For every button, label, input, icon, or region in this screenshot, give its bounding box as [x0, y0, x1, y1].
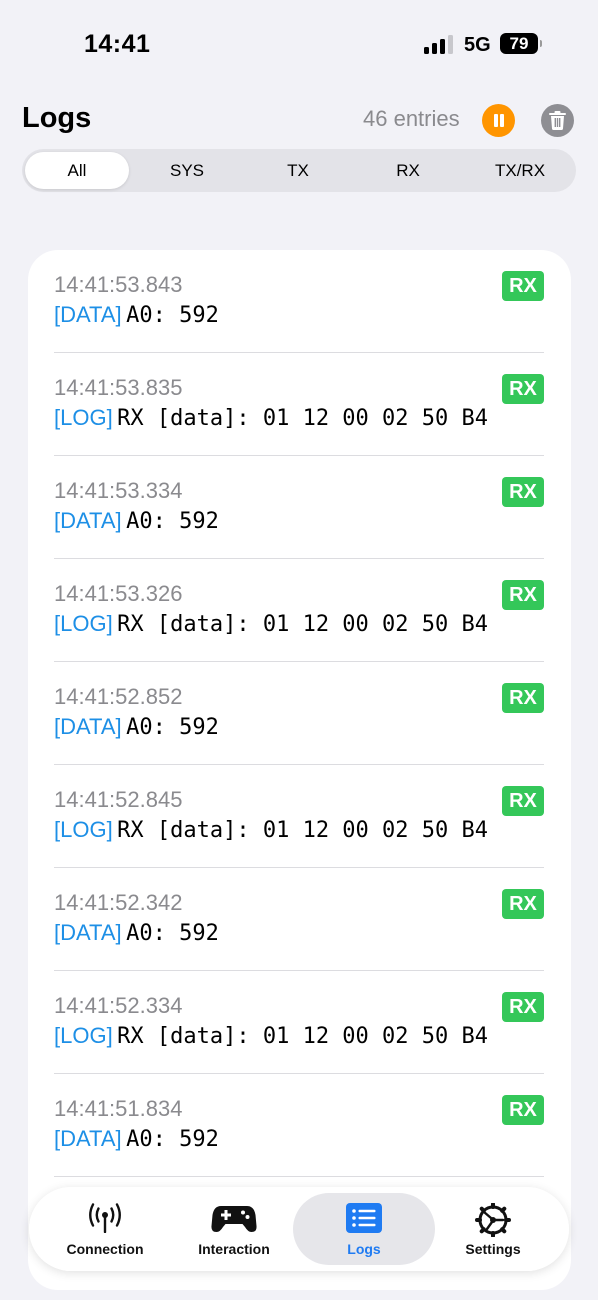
pause-button[interactable]	[482, 104, 515, 137]
filter-sys[interactable]: SYS	[135, 152, 239, 189]
tab-settings[interactable]: Settings	[422, 1193, 564, 1265]
log-list[interactable]: 14:41:53.843 RX [DATA] A0: 592 14:41:53.…	[28, 250, 571, 1290]
log-entry: 14:41:53.843 RX [DATA] A0: 592	[54, 250, 544, 353]
log-entry: 14:41:53.326 RX [LOG] RX [data]: 01 12 0…	[54, 559, 544, 662]
log-tag: [LOG]	[54, 817, 113, 842]
log-timestamp: 14:41:52.334	[54, 993, 183, 1018]
page-title: Logs	[22, 102, 92, 134]
tab-label: Connection	[66, 1241, 144, 1257]
log-filter: All SYS TX RX TX/RX	[22, 149, 576, 192]
tab-bar: Connection Interaction Logs Settings	[29, 1187, 569, 1271]
log-tag: [DATA]	[54, 714, 122, 739]
tab-label: Settings	[465, 1241, 521, 1257]
trash-icon	[549, 111, 566, 130]
tab-interaction[interactable]: Interaction	[163, 1193, 305, 1265]
tab-logs[interactable]: Logs	[293, 1193, 435, 1265]
log-message: A0: 592	[126, 303, 219, 328]
network-label: 5G	[464, 34, 491, 56]
gear-icon	[475, 1203, 511, 1237]
log-timestamp: 14:41:53.326	[54, 581, 183, 606]
log-timestamp: 14:41:53.843	[54, 272, 183, 297]
tab-label: Logs	[347, 1241, 381, 1257]
filter-tx[interactable]: TX	[246, 152, 350, 189]
log-message: RX [data]: 01 12 00 02 50 B4	[117, 818, 489, 843]
log-tag: [LOG]	[54, 1023, 113, 1048]
log-message: A0: 592	[126, 715, 219, 740]
filter-rx[interactable]: RX	[356, 152, 460, 189]
filter-all[interactable]: All	[25, 152, 129, 189]
log-tag: [LOG]	[54, 611, 113, 636]
log-message: RX [data]: 01 12 00 02 50 B4	[117, 406, 489, 431]
direction-badge: RX	[502, 271, 544, 301]
log-timestamp: 14:41:52.845	[54, 787, 183, 812]
log-message: A0: 592	[126, 921, 219, 946]
direction-badge: RX	[502, 683, 544, 713]
log-entry: 14:41:53.334 RX [DATA] A0: 592	[54, 456, 544, 559]
log-entry: 14:41:53.835 RX [LOG] RX [data]: 01 12 0…	[54, 353, 544, 456]
log-entry: 14:41:52.845 RX [LOG] RX [data]: 01 12 0…	[54, 765, 544, 868]
battery-level: 79	[509, 34, 529, 53]
filter-txrx[interactable]: TX/RX	[468, 152, 572, 189]
direction-badge: RX	[502, 374, 544, 404]
log-timestamp: 14:41:53.835	[54, 375, 183, 400]
log-tag: [DATA]	[54, 920, 122, 945]
tab-connection[interactable]: Connection	[34, 1193, 176, 1265]
log-message: A0: 592	[126, 509, 219, 534]
list-icon	[346, 1203, 382, 1233]
status-time: 14:41	[84, 30, 151, 58]
log-timestamp: 14:41:51.834	[54, 1096, 183, 1121]
log-timestamp: 14:41:52.342	[54, 890, 183, 915]
direction-badge: RX	[502, 786, 544, 816]
log-entry: 14:41:51.834 RX [DATA] A0: 592	[54, 1074, 544, 1177]
log-tag: [LOG]	[54, 405, 113, 430]
direction-badge: RX	[502, 889, 544, 919]
clear-logs-button[interactable]	[541, 104, 574, 137]
tab-label: Interaction	[198, 1241, 270, 1257]
log-message: A0: 592	[126, 1127, 219, 1152]
log-tag: [DATA]	[54, 302, 122, 327]
log-entry: 14:41:52.334 RX [LOG] RX [data]: 01 12 0…	[54, 971, 544, 1074]
entries-count: 46 entries	[363, 106, 460, 131]
log-tag: [DATA]	[54, 508, 122, 533]
status-bar: 14:41 5G 79	[0, 0, 598, 88]
signal-icon	[424, 34, 454, 54]
log-entry: 14:41:52.852 RX [DATA] A0: 592	[54, 662, 544, 765]
log-timestamp: 14:41:53.334	[54, 478, 183, 503]
direction-badge: RX	[502, 477, 544, 507]
gamepad-icon	[211, 1206, 257, 1232]
log-message: RX [data]: 01 12 00 02 50 B4	[117, 1024, 489, 1049]
direction-badge: RX	[502, 580, 544, 610]
direction-badge: RX	[502, 1095, 544, 1125]
log-tag: [DATA]	[54, 1126, 122, 1151]
log-timestamp: 14:41:52.852	[54, 684, 183, 709]
antenna-icon	[89, 1203, 121, 1233]
battery-icon: 79	[500, 33, 542, 54]
direction-badge: RX	[502, 992, 544, 1022]
log-message: RX [data]: 01 12 00 02 50 B4	[117, 612, 489, 637]
log-entry: 14:41:52.342 RX [DATA] A0: 592	[54, 868, 544, 971]
